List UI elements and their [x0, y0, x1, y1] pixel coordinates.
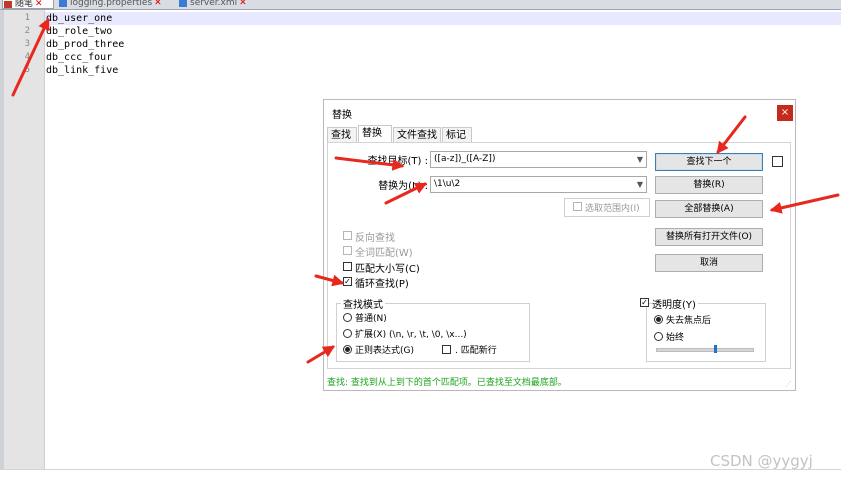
replace-button[interactable]: 替换(R): [655, 176, 763, 194]
replace-label: 替换为(L) :: [378, 181, 428, 192]
resize-grip-icon[interactable]: ⋰: [785, 380, 792, 388]
close-tab-icon[interactable]: ✕: [154, 0, 162, 8]
backward-checkbox[interactable]: [343, 231, 352, 240]
in-selection-label: 选取范围内(I): [585, 204, 640, 214]
tab-mark[interactable]: 标记: [442, 127, 472, 142]
extended-radio[interactable]: [343, 329, 352, 338]
line-number: 3: [24, 39, 30, 49]
transparency-slider[interactable]: [656, 348, 754, 352]
on-lose-focus-label: 失去焦点后: [666, 316, 712, 326]
cancel-button[interactable]: 取消: [655, 254, 763, 272]
tab-find-in-files[interactable]: 文件查找: [393, 127, 441, 142]
always-label: 始终: [666, 333, 685, 343]
file-icon: [4, 1, 12, 8]
code-line[interactable]: db_user_one: [46, 12, 112, 25]
find-next-button[interactable]: 查找下一个: [655, 153, 763, 171]
tab-find[interactable]: 查找: [327, 127, 357, 142]
find-input-value: ([a-z])_([A-Z]): [434, 154, 496, 164]
replace-all-button[interactable]: 全部替换(A): [655, 200, 763, 218]
code-line[interactable]: db_link_five: [46, 64, 118, 77]
code-line[interactable]: db_ccc_four: [46, 51, 112, 64]
whole-word-checkbox[interactable]: [343, 246, 352, 255]
file-tab-label: 随笔: [15, 0, 34, 9]
status-message: 查找: 查找到从上到下的首个匹配项。已查找至文档最底部。: [327, 378, 567, 388]
line-number-gutter: 1 2 3 4 5: [4, 10, 45, 469]
find-input[interactable]: ([a-z])_([A-Z]) ▼: [430, 151, 647, 168]
regex-label: 正则表达式(G): [355, 346, 414, 356]
on-lose-focus-radio[interactable]: [654, 315, 663, 324]
transparency-slider-thumb[interactable]: [714, 345, 717, 353]
dialog-title: 替换: [332, 110, 352, 121]
file-tab[interactable]: logging.properties ✕: [58, 0, 174, 9]
chevron-down-icon[interactable]: ▼: [637, 152, 643, 167]
replace-dialog: 替换 × 查找 替换 文件查找 标记 查找目标(T) : ([a-z])_([A…: [323, 99, 796, 391]
normal-label: 普通(N): [355, 314, 387, 324]
find-next-checkbox[interactable]: [772, 156, 783, 167]
backward-label: 反向查找: [355, 233, 395, 244]
bottom-edge: [0, 469, 841, 483]
line-number: 1: [24, 13, 30, 23]
watermark: CSDN @yygyj: [710, 452, 813, 470]
line-number: 4: [24, 52, 30, 62]
replace-input[interactable]: \1\u\2 ▼: [430, 176, 647, 193]
line-number: 5: [24, 65, 30, 75]
file-tab-label: logging.properties: [70, 0, 153, 8]
replace-input-value: \1\u\2: [434, 179, 461, 189]
normal-radio[interactable]: [343, 313, 352, 322]
transparency-label: 透明度(Y): [652, 296, 698, 311]
current-line-highlight: [45, 12, 841, 25]
transparency-checkbox[interactable]: ✓: [640, 298, 649, 307]
always-radio[interactable]: [654, 332, 663, 341]
find-label: 查找目标(T) :: [367, 156, 428, 167]
search-mode-title: 查找模式: [341, 296, 385, 311]
file-icon: [59, 0, 67, 7]
file-tab-label: server.xml: [190, 0, 238, 8]
code-line[interactable]: db_prod_three: [46, 38, 124, 51]
dot-newline-checkbox[interactable]: [442, 345, 451, 354]
file-icon: [179, 0, 187, 7]
replace-all-open-files-button[interactable]: 替换所有打开文件(O): [655, 228, 763, 246]
match-case-label: 匹配大小写(C): [355, 264, 420, 275]
file-tab-bar: 随笔 ✕ logging.properties ✕ server.xml ✕: [0, 0, 841, 10]
code-line[interactable]: db_role_two: [46, 25, 112, 38]
match-case-checkbox[interactable]: [343, 262, 352, 271]
file-tab[interactable]: server.xml ✕: [178, 0, 258, 9]
transparency-group: [646, 303, 766, 362]
chevron-down-icon[interactable]: ▼: [637, 177, 643, 192]
file-tab[interactable]: 随笔 ✕: [2, 0, 54, 9]
close-tab-icon[interactable]: ✕: [35, 0, 43, 9]
replace-panel: 查找目标(T) : ([a-z])_([A-Z]) ▼ 替换为(L) : \1\u…: [327, 142, 791, 369]
wrap-around-label: 循环查找(P): [355, 279, 409, 290]
dot-newline-label: . 匹配新行: [455, 346, 497, 356]
wrap-around-checkbox[interactable]: ✓: [343, 277, 352, 286]
extended-label: 扩展(X) (\n, \r, \t, \0, \x...): [355, 330, 467, 340]
close-icon[interactable]: ×: [777, 105, 793, 121]
whole-word-label: 全词匹配(W): [355, 248, 413, 259]
close-tab-icon[interactable]: ✕: [239, 0, 247, 8]
regex-radio[interactable]: [343, 345, 352, 354]
tab-replace[interactable]: 替换: [358, 125, 392, 142]
in-selection-checkbox[interactable]: [573, 202, 582, 211]
line-number: 2: [24, 26, 30, 36]
